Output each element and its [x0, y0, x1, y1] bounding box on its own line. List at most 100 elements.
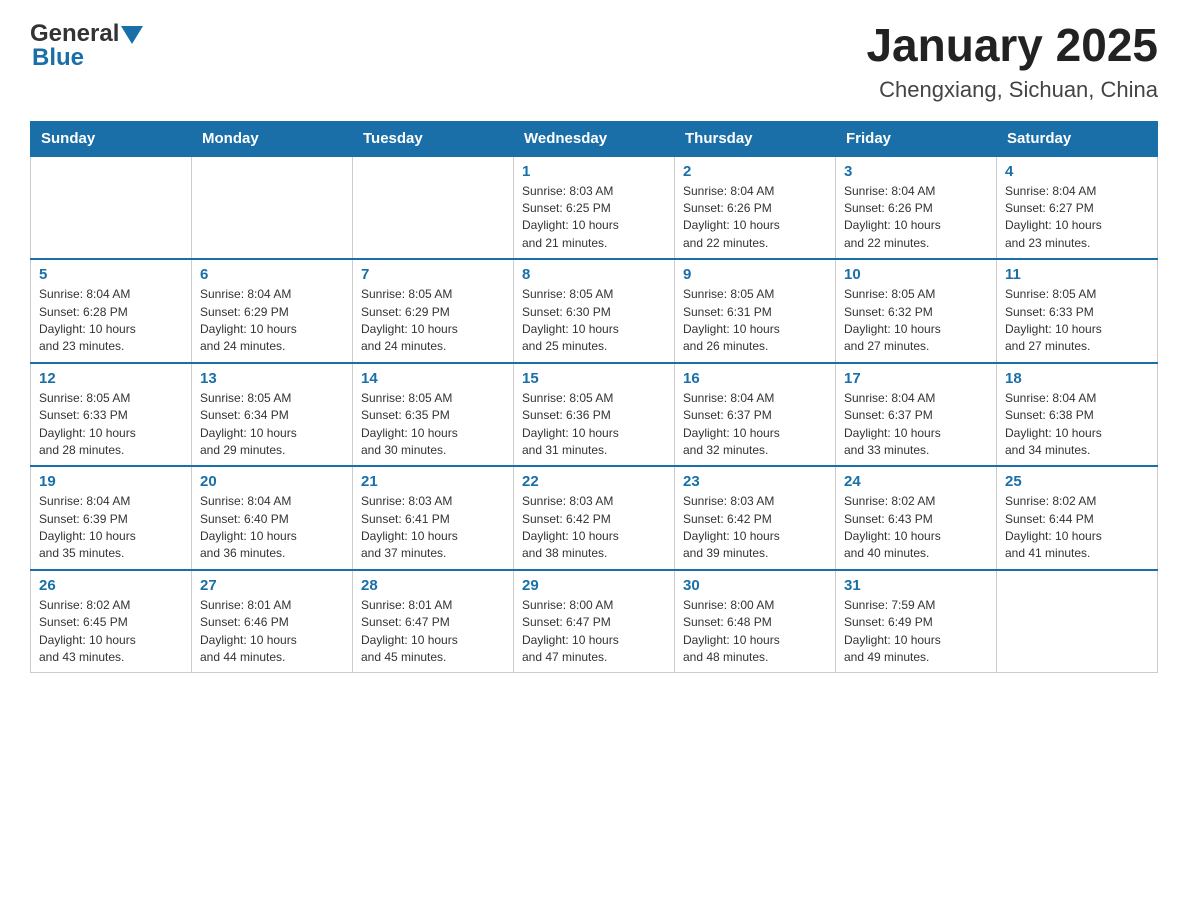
day-of-week-header: Friday — [836, 121, 997, 156]
day-info: Sunrise: 8:03 AM Sunset: 6:25 PM Dayligh… — [522, 183, 666, 253]
day-info: Sunrise: 8:02 AM Sunset: 6:45 PM Dayligh… — [39, 597, 183, 667]
location-title: Chengxiang, Sichuan, China — [866, 77, 1158, 103]
day-number: 21 — [361, 473, 505, 490]
day-number: 10 — [844, 266, 988, 283]
calendar-day-cell: 23 Sunrise: 8:03 AM Sunset: 6:42 PM Dayli… — [675, 466, 836, 570]
calendar-table: SundayMondayTuesdayWednesdayThursdayFrid… — [30, 121, 1158, 674]
day-number: 26 — [39, 577, 183, 594]
calendar-day-cell: 28Sunrise: 8:01 AM Sunset: 6:47 PM Dayli… — [353, 570, 514, 673]
logo-triangle-icon — [121, 26, 143, 44]
day-number: 5 — [39, 266, 183, 283]
day-info: Sunrise: 8:04 AM Sunset: 6:26 PM Dayligh… — [683, 183, 827, 253]
day-info: Sunrise: 8:04 AM Sunset: 6:26 PM Dayligh… — [844, 183, 988, 253]
calendar-day-cell: 16 Sunrise: 8:04 AM Sunset: 6:37 PM Dayli… — [675, 363, 836, 467]
calendar-day-cell: 13 Sunrise: 8:05 AM Sunset: 6:34 PM Dayli… — [192, 363, 353, 467]
day-number: 12 — [39, 370, 183, 387]
day-number: 6 — [200, 266, 344, 283]
day-number: 25 — [1005, 473, 1149, 490]
day-number: 7 — [361, 266, 505, 283]
calendar-week-row: 12 Sunrise: 8:05 AM Sunset: 6:33 PM Dayli… — [31, 363, 1158, 467]
calendar-day-cell — [353, 156, 514, 260]
day-number: 18 — [1005, 370, 1149, 387]
page-header: General Blue January 2025 Chengxiang, Si… — [30, 20, 1158, 103]
day-info: Sunrise: 8:05 AM Sunset: 6:33 PM Dayligh… — [39, 390, 183, 460]
calendar-day-cell: 21 Sunrise: 8:03 AM Sunset: 6:41 PM Dayli… — [353, 466, 514, 570]
day-info: Sunrise: 8:05 AM Sunset: 6:32 PM Dayligh… — [844, 286, 988, 356]
day-number: 31 — [844, 577, 988, 594]
day-number: 14 — [361, 370, 505, 387]
day-info: Sunrise: 8:05 AM Sunset: 6:34 PM Dayligh… — [200, 390, 344, 460]
day-number: 29 — [522, 577, 666, 594]
calendar-week-row: 26 Sunrise: 8:02 AM Sunset: 6:45 PM Dayli… — [31, 570, 1158, 673]
day-number: 23 — [683, 473, 827, 490]
day-info: Sunrise: 8:03 AM Sunset: 6:42 PM Dayligh… — [522, 493, 666, 563]
day-info: Sunrise: 8:01 AM Sunset: 6:46 PM Dayligh… — [200, 597, 344, 667]
calendar-day-cell: 1 Sunrise: 8:03 AM Sunset: 6:25 PM Daylig… — [514, 156, 675, 260]
day-of-week-header: Monday — [192, 121, 353, 156]
day-number: 3 — [844, 163, 988, 180]
calendar-day-cell — [997, 570, 1158, 673]
day-info: Sunrise: 7:59 AM Sunset: 6:49 PM Dayligh… — [844, 597, 988, 667]
calendar-day-cell: 9 Sunrise: 8:05 AM Sunset: 6:31 PM Daylig… — [675, 259, 836, 363]
day-number: 9 — [683, 266, 827, 283]
calendar-day-cell — [192, 156, 353, 260]
day-info: Sunrise: 8:00 AM Sunset: 6:48 PM Dayligh… — [683, 597, 827, 667]
calendar-day-cell: 3 Sunrise: 8:04 AM Sunset: 6:26 PM Daylig… — [836, 156, 997, 260]
calendar-day-cell: 7 Sunrise: 8:05 AM Sunset: 6:29 PM Daylig… — [353, 259, 514, 363]
calendar-day-cell: 11 Sunrise: 8:05 AM Sunset: 6:33 PM Dayli… — [997, 259, 1158, 363]
day-number: 24 — [844, 473, 988, 490]
calendar-day-cell: 2 Sunrise: 8:04 AM Sunset: 6:26 PM Daylig… — [675, 156, 836, 260]
day-info: Sunrise: 8:04 AM Sunset: 6:28 PM Dayligh… — [39, 286, 183, 356]
calendar-day-cell: 4 Sunrise: 8:04 AM Sunset: 6:27 PM Daylig… — [997, 156, 1158, 260]
calendar-day-cell: 12 Sunrise: 8:05 AM Sunset: 6:33 PM Dayli… — [31, 363, 192, 467]
calendar-day-cell: 8Sunrise: 8:05 AM Sunset: 6:30 PM Daylig… — [514, 259, 675, 363]
day-number: 15 — [522, 370, 666, 387]
calendar-day-cell: 19 Sunrise: 8:04 AM Sunset: 6:39 PM Dayli… — [31, 466, 192, 570]
day-number: 30 — [683, 577, 827, 594]
day-info: Sunrise: 8:04 AM Sunset: 6:29 PM Dayligh… — [200, 286, 344, 356]
day-info: Sunrise: 8:04 AM Sunset: 6:27 PM Dayligh… — [1005, 183, 1149, 253]
day-number: 11 — [1005, 266, 1149, 283]
day-number: 1 — [522, 163, 666, 180]
calendar-day-cell: 25 Sunrise: 8:02 AM Sunset: 6:44 PM Dayli… — [997, 466, 1158, 570]
calendar-day-cell: 22Sunrise: 8:03 AM Sunset: 6:42 PM Dayli… — [514, 466, 675, 570]
calendar-day-cell: 24 Sunrise: 8:02 AM Sunset: 6:43 PM Dayli… — [836, 466, 997, 570]
day-number: 16 — [683, 370, 827, 387]
day-number: 2 — [683, 163, 827, 180]
day-info: Sunrise: 8:04 AM Sunset: 6:39 PM Dayligh… — [39, 493, 183, 563]
calendar-week-row: 5 Sunrise: 8:04 AM Sunset: 6:28 PM Daylig… — [31, 259, 1158, 363]
calendar-day-cell — [31, 156, 192, 260]
day-info: Sunrise: 8:03 AM Sunset: 6:42 PM Dayligh… — [683, 493, 827, 563]
day-number: 19 — [39, 473, 183, 490]
day-info: Sunrise: 8:04 AM Sunset: 6:40 PM Dayligh… — [200, 493, 344, 563]
day-number: 27 — [200, 577, 344, 594]
calendar-day-cell: 14 Sunrise: 8:05 AM Sunset: 6:35 PM Dayli… — [353, 363, 514, 467]
day-info: Sunrise: 8:02 AM Sunset: 6:43 PM Dayligh… — [844, 493, 988, 563]
day-number: 4 — [1005, 163, 1149, 180]
calendar-day-cell: 6 Sunrise: 8:04 AM Sunset: 6:29 PM Daylig… — [192, 259, 353, 363]
calendar-day-cell: 10 Sunrise: 8:05 AM Sunset: 6:32 PM Dayli… — [836, 259, 997, 363]
day-info: Sunrise: 8:05 AM Sunset: 6:29 PM Dayligh… — [361, 286, 505, 356]
calendar-day-cell: 27 Sunrise: 8:01 AM Sunset: 6:46 PM Dayli… — [192, 570, 353, 673]
day-number: 20 — [200, 473, 344, 490]
calendar-header-row: SundayMondayTuesdayWednesdayThursdayFrid… — [31, 121, 1158, 156]
day-info: Sunrise: 8:05 AM Sunset: 6:31 PM Dayligh… — [683, 286, 827, 356]
day-info: Sunrise: 8:00 AM Sunset: 6:47 PM Dayligh… — [522, 597, 666, 667]
day-number: 17 — [844, 370, 988, 387]
day-info: Sunrise: 8:04 AM Sunset: 6:37 PM Dayligh… — [683, 390, 827, 460]
calendar-day-cell: 15 Sunrise: 8:05 AM Sunset: 6:36 PM Dayli… — [514, 363, 675, 467]
calendar-day-cell: 31 Sunrise: 7:59 AM Sunset: 6:49 PM Dayli… — [836, 570, 997, 673]
day-info: Sunrise: 8:03 AM Sunset: 6:41 PM Dayligh… — [361, 493, 505, 563]
day-info: Sunrise: 8:05 AM Sunset: 6:35 PM Dayligh… — [361, 390, 505, 460]
day-info: Sunrise: 8:04 AM Sunset: 6:37 PM Dayligh… — [844, 390, 988, 460]
day-number: 28 — [361, 577, 505, 594]
day-info: Sunrise: 8:02 AM Sunset: 6:44 PM Dayligh… — [1005, 493, 1149, 563]
calendar-day-cell: 5 Sunrise: 8:04 AM Sunset: 6:28 PM Daylig… — [31, 259, 192, 363]
day-info: Sunrise: 8:05 AM Sunset: 6:36 PM Dayligh… — [522, 390, 666, 460]
day-of-week-header: Wednesday — [514, 121, 675, 156]
day-info: Sunrise: 8:05 AM Sunset: 6:30 PM Dayligh… — [522, 286, 666, 356]
day-number: 13 — [200, 370, 344, 387]
day-info: Sunrise: 8:05 AM Sunset: 6:33 PM Dayligh… — [1005, 286, 1149, 356]
calendar-day-cell: 29 Sunrise: 8:00 AM Sunset: 6:47 PM Dayli… — [514, 570, 675, 673]
month-title: January 2025 — [866, 20, 1158, 71]
